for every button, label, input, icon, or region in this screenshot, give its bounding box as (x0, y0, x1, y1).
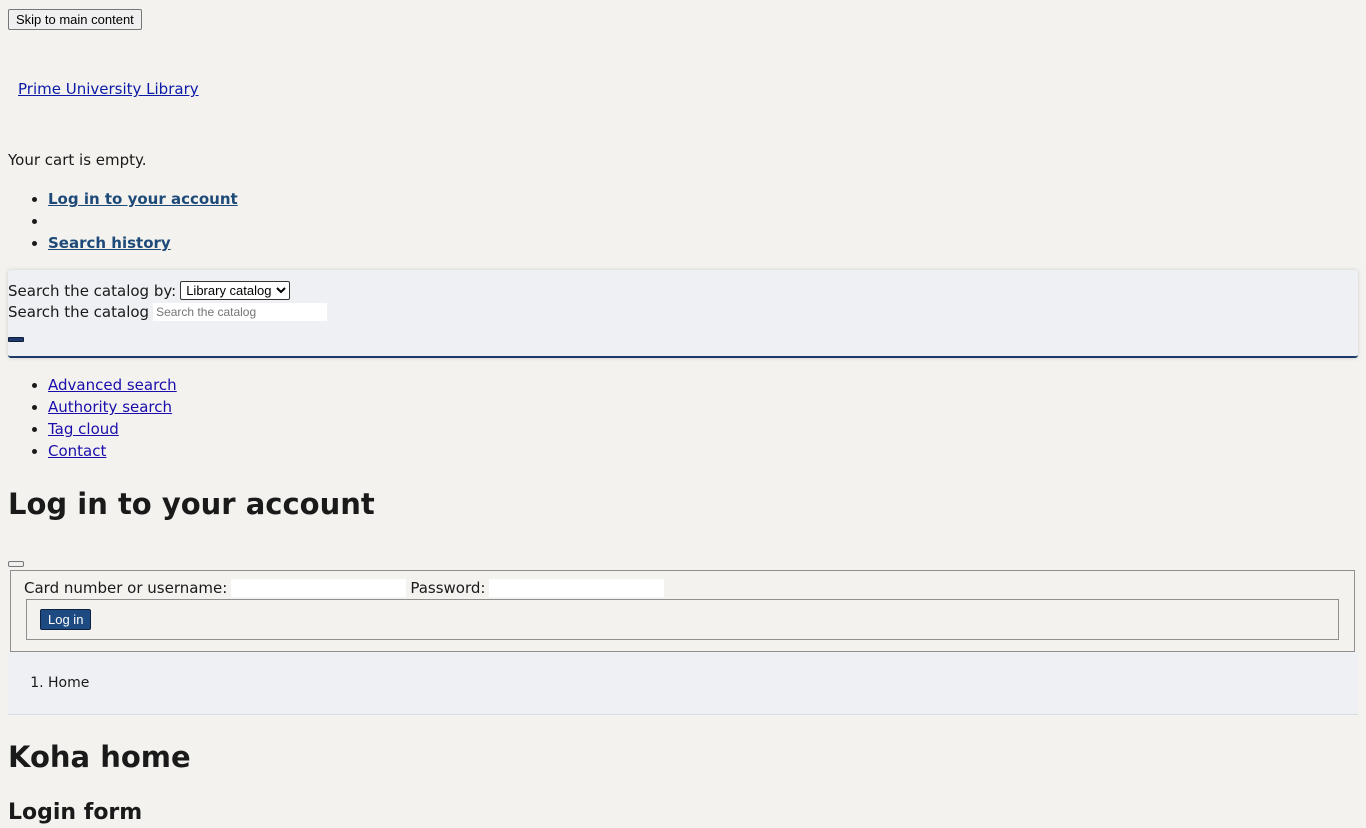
catalog-search-bar: Search the catalog by: Library catalog S… (8, 270, 1358, 358)
more-nav: Advanced search Authority search Tag clo… (8, 374, 177, 462)
search-type-select[interactable]: Library catalog (180, 281, 291, 300)
password-input[interactable] (489, 579, 665, 597)
page-title: Koha home (8, 740, 191, 774)
username-label: Card number or username: (24, 579, 228, 597)
login-form-heading: Login form (8, 800, 143, 825)
user-menu-item-empty (48, 210, 238, 232)
skip-to-main-button[interactable]: Skip to main content (8, 9, 142, 30)
advanced-search-link[interactable]: Advanced search (48, 376, 177, 394)
authority-search-link[interactable]: Authority search (48, 398, 172, 416)
login-close-button[interactable] (8, 561, 24, 567)
library-logo-link[interactable]: Prime University Library (18, 80, 199, 98)
login-actions: Log in (26, 599, 1339, 640)
search-submit-button[interactable] (8, 337, 24, 342)
contact-link[interactable]: Contact (48, 442, 106, 460)
tag-cloud-link[interactable]: Tag cloud (48, 420, 119, 438)
cart-status: Your cart is empty. (8, 151, 147, 169)
user-menu: Log in to your account Search history (8, 188, 238, 254)
breadcrumb-home: Home (48, 672, 89, 694)
login-modal-title: Log in to your account (8, 487, 375, 521)
search-by-label: Search the catalog by: (8, 281, 177, 300)
search-history-link[interactable]: Search history (48, 234, 171, 252)
login-link[interactable]: Log in to your account (48, 190, 238, 208)
user-menu-item-history: Search history (48, 232, 238, 254)
username-input[interactable] (231, 579, 407, 597)
login-fieldset: Card number or username: Password: Log i… (10, 570, 1355, 652)
user-menu-item-login: Log in to your account (48, 188, 238, 210)
password-label: Password: (410, 579, 486, 597)
breadcrumb: Home (8, 652, 1358, 715)
search-input-label: Search the catalog (8, 303, 150, 321)
login-submit-button[interactable]: Log in (40, 609, 92, 630)
search-input[interactable] (153, 303, 328, 321)
